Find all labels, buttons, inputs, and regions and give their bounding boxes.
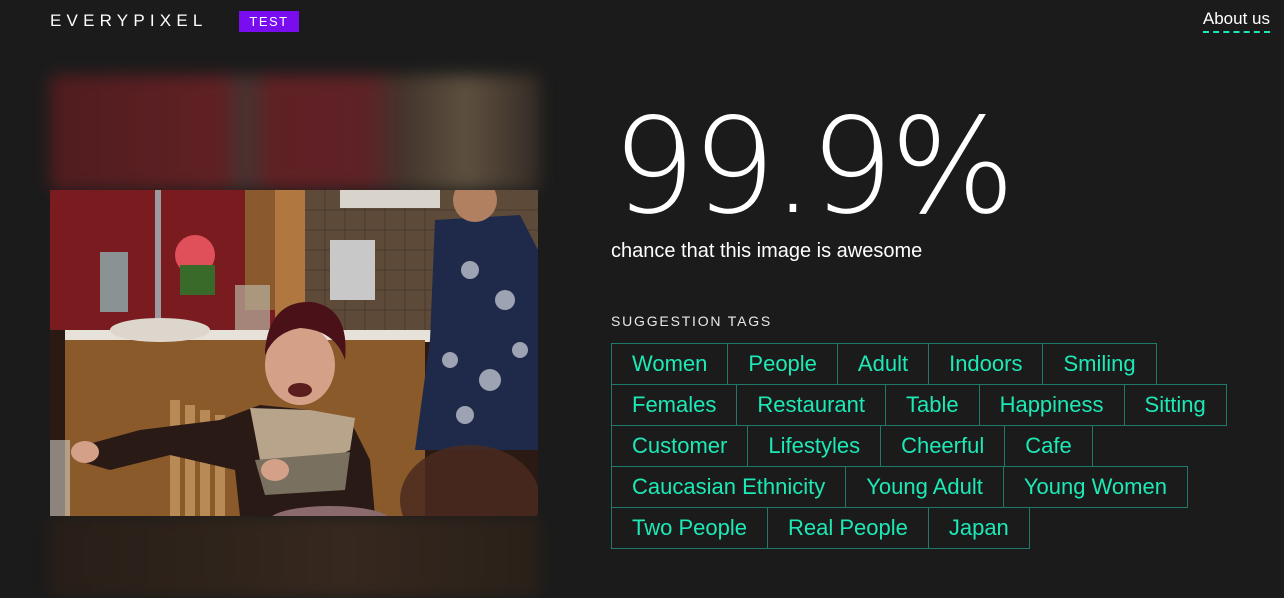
everypixel-logo[interactable]: EVERYPIXEL	[50, 11, 208, 31]
tag[interactable]: Real People	[766, 507, 929, 549]
tag[interactable]: Two People	[611, 507, 768, 549]
suggestion-tags-heading: SUGGESTION TAGS	[611, 313, 773, 329]
photo-area	[30, 60, 560, 598]
tag[interactable]: People	[727, 343, 838, 385]
tag-row: Two People Real People Japan	[611, 507, 1271, 549]
photo-blur-backdrop-bottom	[50, 516, 540, 598]
tag[interactable]: Customer	[611, 425, 749, 467]
tag[interactable]: Table	[884, 384, 980, 426]
tag[interactable]: Indoors	[928, 343, 1044, 385]
photo-illustration	[50, 190, 538, 516]
tag-row: Females Restaurant Table Happiness Sitti…	[611, 384, 1271, 426]
tag[interactable]: Caucasian Ethnicity	[611, 466, 847, 508]
tag[interactable]: Young Adult	[845, 466, 1004, 508]
tag[interactable]: Young Women	[1002, 466, 1188, 508]
tag[interactable]: Women	[611, 343, 729, 385]
tag-row: Customer Lifestyles Cheerful Cafe	[611, 425, 1271, 467]
suggestion-tags: Women People Adult Indoors Smiling Femal…	[611, 343, 1271, 549]
test-badge: TEST	[239, 11, 299, 32]
header: EVERYPIXEL TEST About us	[0, 0, 1284, 44]
about-us-link[interactable]: About us	[1202, 9, 1270, 33]
tag-row: Caucasian Ethnicity Young Adult Young Wo…	[611, 466, 1271, 508]
tag[interactable]: Sitting	[1123, 384, 1227, 426]
tag[interactable]: Cafe	[1004, 425, 1093, 467]
tag[interactable]: Happiness	[978, 384, 1125, 426]
tag[interactable]: Japan	[927, 507, 1030, 549]
tag[interactable]: Females	[611, 384, 738, 426]
score-subtitle: chance that this image is awesome	[611, 240, 923, 262]
tag[interactable]: Restaurant	[736, 384, 886, 426]
awesomeness-score: 99.9%	[612, 90, 1015, 244]
photo-blur-backdrop-top	[50, 75, 540, 190]
analyzed-photo	[50, 190, 538, 516]
tag[interactable]: Cheerful	[880, 425, 1006, 467]
tag[interactable]: Adult	[836, 343, 930, 385]
tag[interactable]: Lifestyles	[747, 425, 882, 467]
tag[interactable]: Smiling	[1042, 343, 1157, 385]
tag-row: Women People Adult Indoors Smiling	[611, 343, 1271, 385]
